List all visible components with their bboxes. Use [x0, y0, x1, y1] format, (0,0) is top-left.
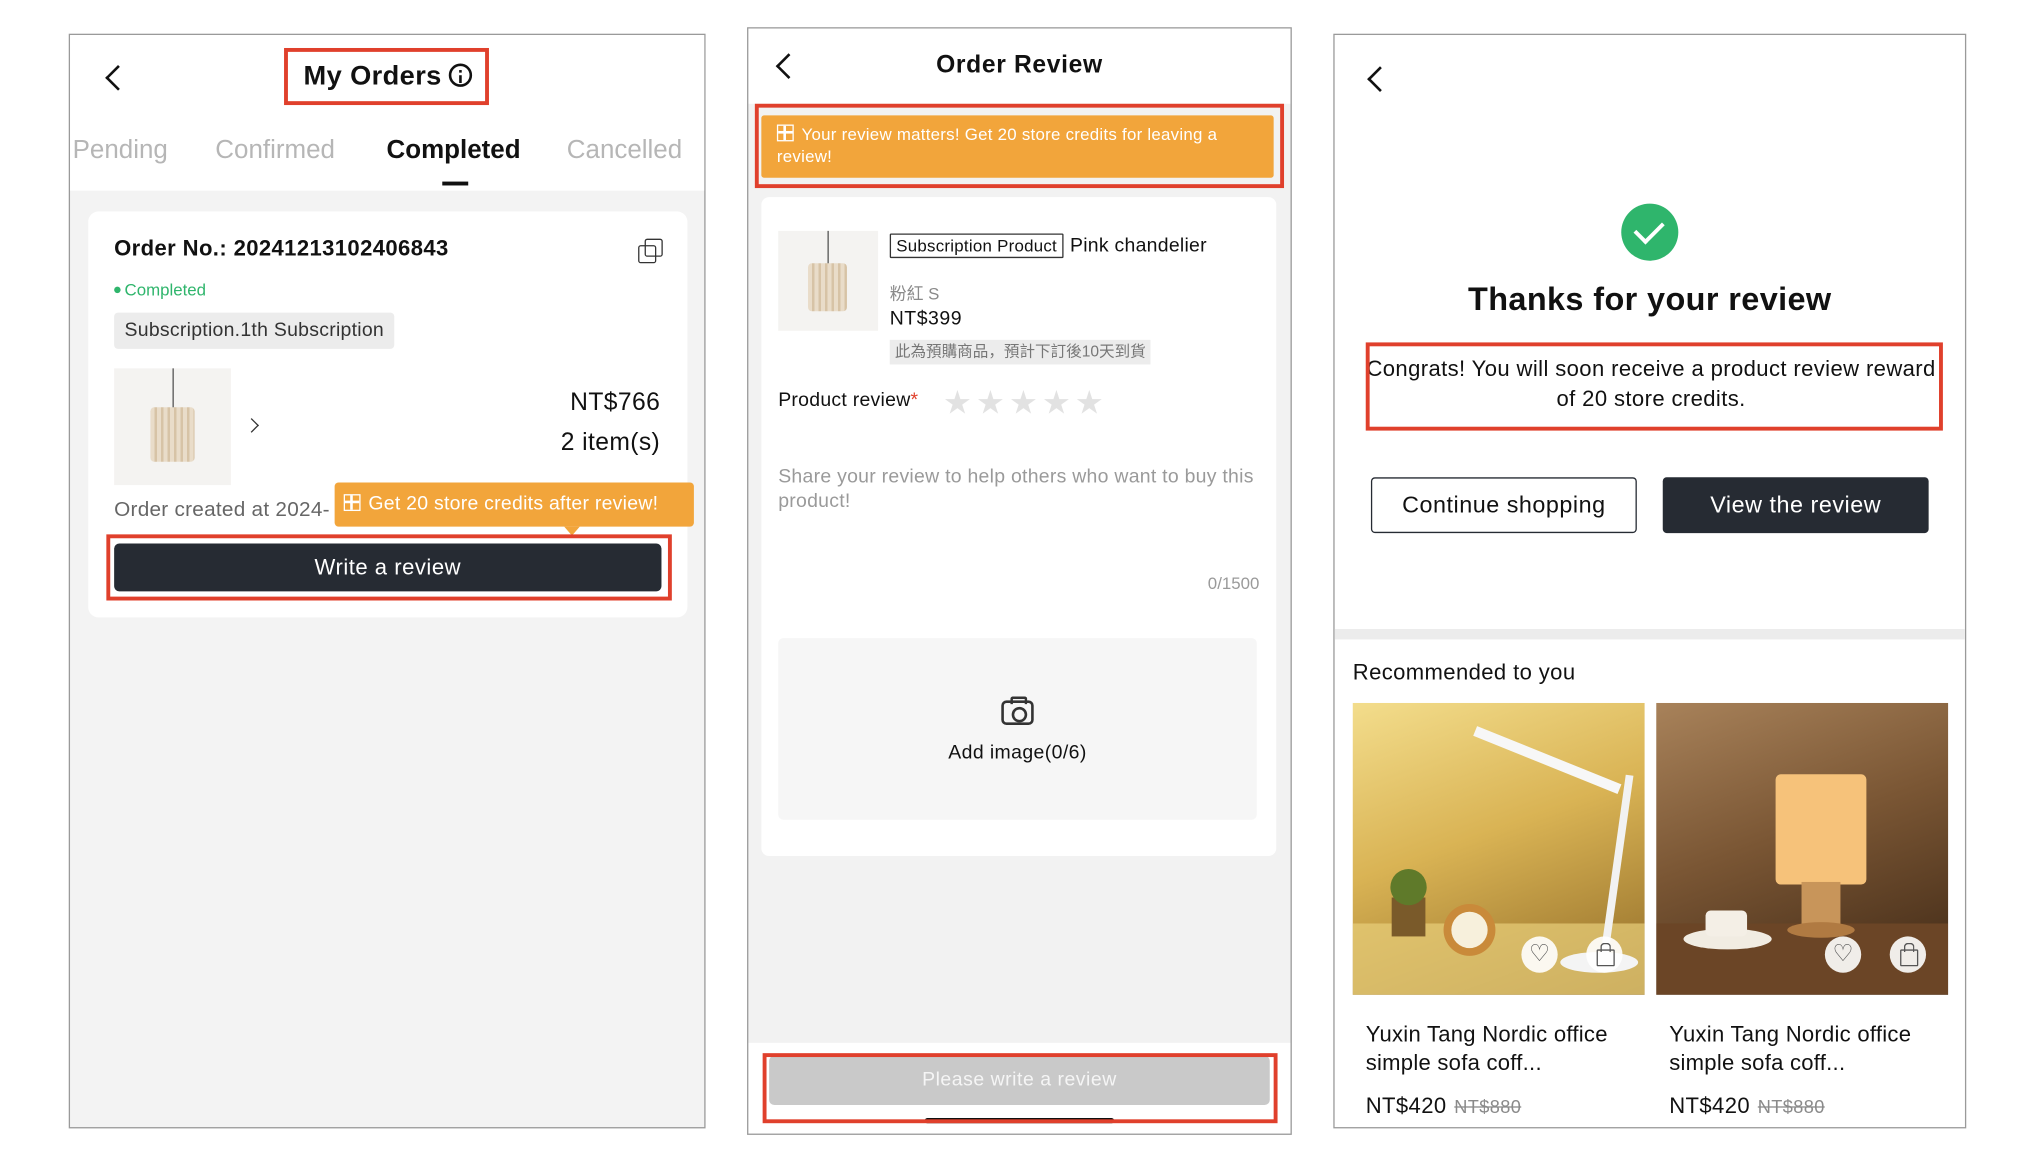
back-chevron-icon[interactable]: [104, 66, 125, 87]
chevron-right-icon[interactable]: [246, 419, 259, 432]
pendant-lamp-image: [149, 368, 196, 472]
tab-pending[interactable]: Pending: [73, 136, 168, 166]
recommended-product-price-1: NT$420 NT$880: [1365, 1093, 1522, 1119]
shopping-bag-icon[interactable]: [1889, 936, 1927, 973]
status-badge: Completed: [114, 280, 206, 300]
heart-icon[interactable]: [1824, 936, 1862, 973]
shopping-bag-icon[interactable]: [1586, 936, 1623, 973]
page-title: Order Review: [936, 51, 1103, 80]
recommended-title: Recommended to you: [1352, 660, 1576, 685]
orders-header: My Orders: [70, 35, 705, 119]
camera-icon: [1001, 696, 1034, 726]
recommended-product-price-2: NT$420 NT$880: [1669, 1093, 1825, 1119]
product-price: NT$399: [889, 307, 963, 330]
star-2-icon[interactable]: ★: [976, 384, 1009, 423]
review-header: Order Review: [748, 28, 1291, 104]
product-name: Pink chandelier: [1069, 234, 1207, 257]
order-number: Order No.: 20241213102406843: [114, 236, 449, 261]
thanks-title: Thanks for your review: [1468, 281, 1832, 318]
recommended-product-name-2[interactable]: Yuxin Tang Nordic office simple sofa cof…: [1669, 1021, 1948, 1078]
home-indicator: [924, 1118, 1115, 1124]
view-review-button[interactable]: View the review: [1662, 477, 1929, 534]
original-price: NT$880: [1454, 1095, 1522, 1117]
product-thumbnail: [778, 230, 879, 331]
my-orders-screen: My Orders Pending Confirmed Completed Ca…: [68, 33, 706, 1129]
section-divider: [1334, 629, 1965, 640]
review-footer: Please write a review: [748, 1042, 1291, 1134]
order-created-date: Order created at 2024-: [114, 499, 330, 522]
original-price: NT$880: [1757, 1095, 1825, 1117]
success-check-icon: [1621, 203, 1679, 261]
recommended-product-name-1[interactable]: Yuxin Tang Nordic office simple sofa cof…: [1366, 1021, 1645, 1078]
review-form-card: Subscription Product Pink chandelier 粉紅 S…: [761, 197, 1277, 857]
status-dot-icon: [114, 286, 121, 294]
active-tab-indicator: [442, 181, 469, 186]
info-icon[interactable]: [448, 63, 472, 87]
star-5-icon[interactable]: ★: [1075, 384, 1108, 423]
recommended-product-image-2[interactable]: [1656, 702, 1949, 995]
tab-cancelled[interactable]: Cancelled: [567, 136, 682, 166]
gift-icon: [343, 494, 361, 512]
product-thumbnail[interactable]: [114, 368, 231, 486]
item-count: 2 item(s): [560, 429, 661, 457]
copy-icon[interactable]: [638, 238, 663, 264]
tab-confirmed[interactable]: Confirmed: [215, 136, 335, 166]
add-image-label: Add image(0/6): [948, 741, 1087, 764]
star-rating[interactable]: ★★★★★: [943, 384, 1108, 423]
product-review-label: Product review*: [778, 389, 919, 412]
submit-review-button[interactable]: Please write a review: [769, 1055, 1270, 1106]
product-variant: 粉紅 S: [889, 284, 940, 304]
subscription-product-tag: Subscription Product: [889, 233, 1064, 259]
back-chevron-icon[interactable]: [1366, 67, 1387, 88]
review-text-input[interactable]: Share your review to help others who wan…: [778, 464, 1258, 513]
add-image-area[interactable]: Add image(0/6): [778, 638, 1257, 820]
product-title-row: Subscription Product Pink chandelier: [889, 233, 1207, 259]
order-review-screen: Order Review Your review matters! Get 20…: [747, 27, 1292, 1135]
gift-icon: [776, 124, 794, 142]
recommended-product-image-1[interactable]: [1352, 702, 1645, 995]
star-3-icon[interactable]: ★: [1009, 384, 1042, 423]
star-4-icon[interactable]: ★: [1042, 384, 1075, 423]
thanks-screen: Thanks for your review Congrats! You wil…: [1333, 33, 1967, 1129]
heart-icon[interactable]: [1521, 936, 1558, 973]
reward-message: Congrats! You will soon receive a produc…: [1366, 356, 1936, 412]
order-status-tabs: Pending Confirmed Completed Cancelled: [70, 118, 705, 191]
write-review-button[interactable]: Write a review: [114, 543, 662, 592]
preorder-note: 此為預購商品，預計下訂後10天到貨: [889, 339, 1151, 365]
review-reward-tooltip: Get 20 store credits after review!: [334, 482, 694, 536]
character-counter: 0/1500: [1207, 573, 1260, 593]
page-title: My Orders: [303, 61, 472, 92]
tab-completed[interactable]: Completed: [387, 136, 521, 166]
order-total: NT$766: [570, 389, 661, 417]
screenshots-stage: My Orders Pending Confirmed Completed Ca…: [0, 0, 2026, 1153]
star-1-icon[interactable]: ★: [943, 384, 976, 423]
continue-shopping-button[interactable]: Continue shopping: [1370, 477, 1637, 534]
subscription-chip: Subscription.1th Subscription: [114, 312, 395, 349]
reward-banner: Your review matters! Get 20 store credit…: [761, 115, 1274, 178]
pendant-lamp-image: [807, 230, 849, 319]
